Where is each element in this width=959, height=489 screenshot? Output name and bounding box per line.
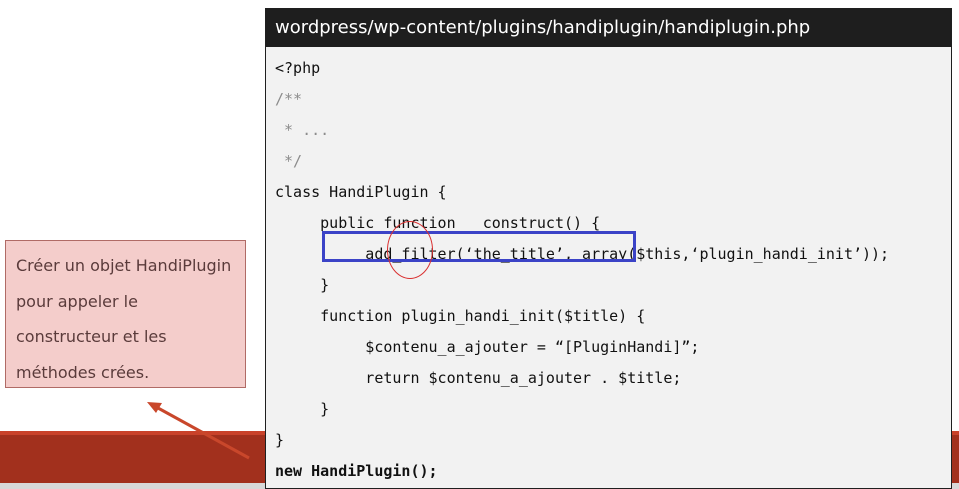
callout-line: Créer un objet HandiPlugin [16, 256, 232, 275]
code-comment-line: */ [275, 152, 303, 170]
code-line: $contenu_a_ajouter = “[PluginHandi]”; [275, 338, 700, 356]
code-line-add-filter: add_filter(‘the_title’, array($this,‘plu… [275, 245, 890, 263]
code-comment-line: * ... [275, 121, 330, 139]
code-line: } [275, 431, 285, 449]
callout-line: pour appeler le [16, 291, 138, 311]
file-path-title: wordpress/wp-content/plugins/handiplugin… [266, 9, 951, 47]
code-line-instantiation: new HandiPlugin(); [275, 462, 438, 480]
callout-note: Créer un objet HandiPlugin pour appeler … [5, 240, 246, 388]
slide: Créer un objet HandiPlugin pour appeler … [0, 0, 959, 489]
code-line: return $contenu_a_ajouter . $title; [275, 369, 682, 387]
code-window: wordpress/wp-content/plugins/handiplugin… [265, 8, 952, 489]
code-line: function plugin_handi_init($title) { [275, 307, 646, 325]
callout-line: méthodes crées. [16, 362, 150, 382]
code-comment-line: /** [275, 90, 303, 108]
code-line: public function __construct() { [275, 214, 601, 232]
code-line: } [275, 276, 330, 294]
callout-line: constructeur et les [16, 327, 167, 346]
code-line: class HandiPlugin { [275, 183, 447, 201]
code-line: } [275, 400, 330, 418]
code-body: <?php /** * ... */ class HandiPlugin { p… [266, 47, 951, 487]
code-line: <?php [275, 59, 321, 77]
